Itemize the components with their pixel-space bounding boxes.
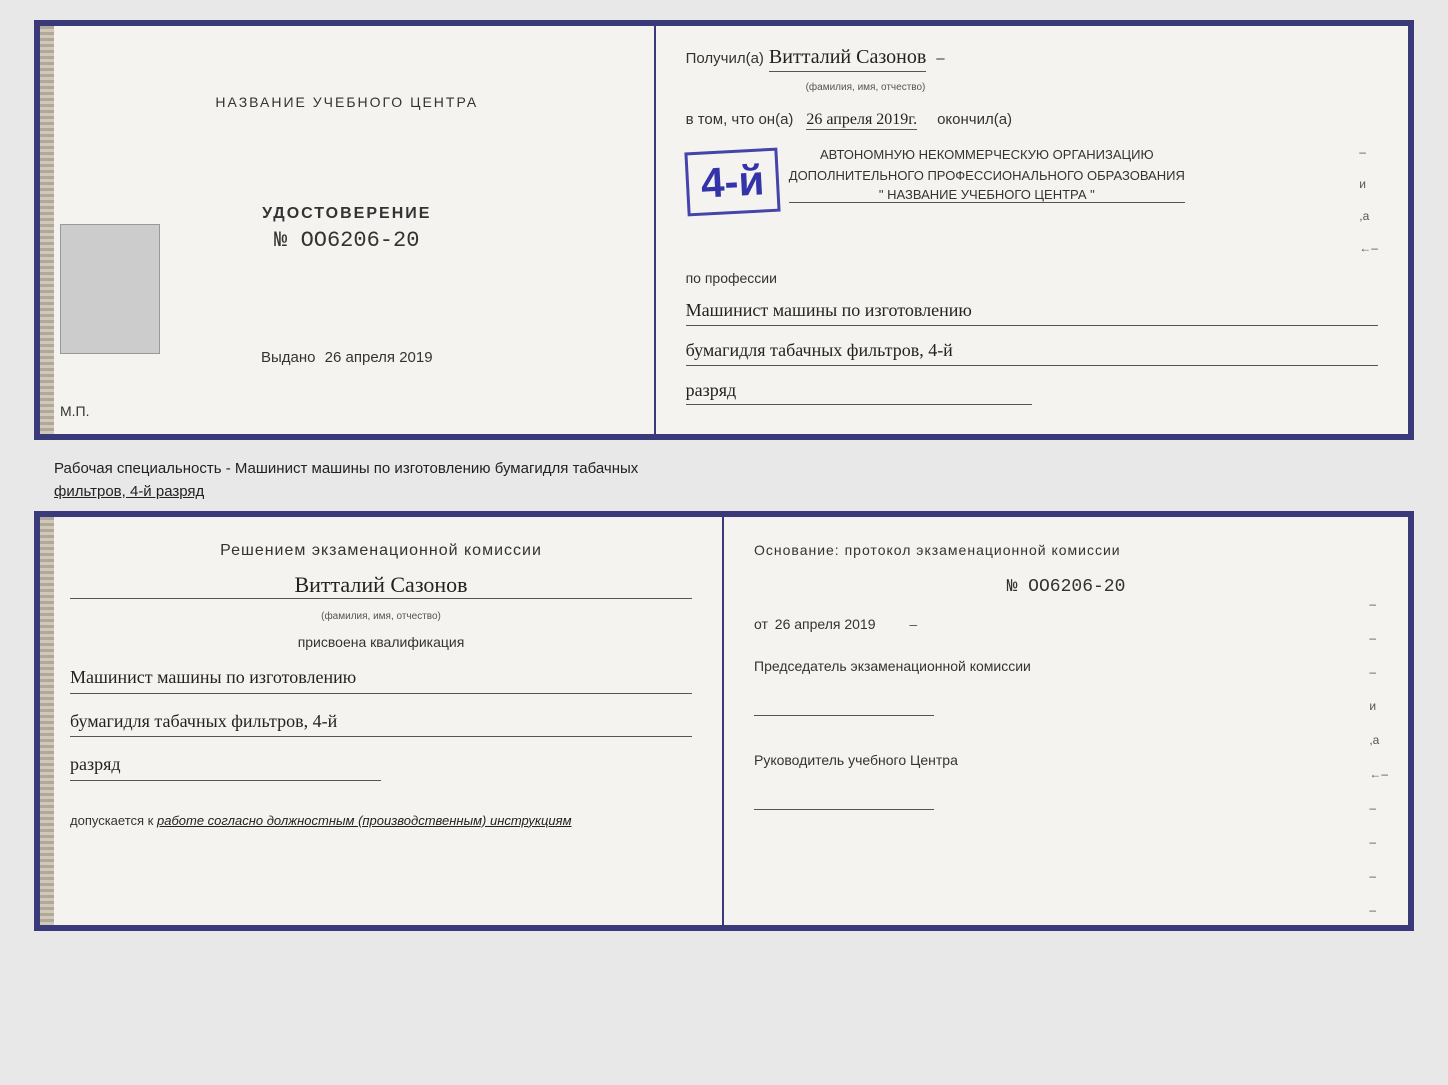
profession-line3: разряд xyxy=(686,376,1032,406)
cert-bottom-left: Решением экзаменационной комиссии Виттал… xyxy=(40,517,724,925)
r-edge-a: ,а xyxy=(1369,733,1388,747)
dopusk-text: работе согласно должностным (производств… xyxy=(157,813,572,828)
dopusk-prefix: допускается к xyxy=(70,813,153,828)
profession-line1: Машинист машины по изготовлению xyxy=(686,296,1378,326)
udost-number: № OO6206-20 xyxy=(262,228,431,253)
vtom-line: в том, что он(а) 26 апреля 2019г. окончи… xyxy=(686,111,1378,130)
rukovoditel-label: Руководитель учебного Центра xyxy=(754,750,1378,771)
dopuskaetsya-block: допускается к работе согласно должностны… xyxy=(70,813,692,828)
stamp-digit: 4-й xyxy=(700,159,765,204)
r-edge-dash2: – xyxy=(1369,631,1388,645)
okonchil: окончил(а) xyxy=(937,111,1012,128)
po-professii: по профессии xyxy=(686,270,1378,286)
kvaif-line1: Машинист машины по изготовлению xyxy=(70,662,692,694)
from-dash: – xyxy=(909,616,917,632)
middle-text-line1: Рабочая специальность - Машинист машины … xyxy=(54,460,638,477)
bottom-fio-note: (фамилия, имя, отчество) xyxy=(70,611,692,622)
middle-text-line2: фильтров, 4-й разряд xyxy=(54,483,204,500)
edge-i: и xyxy=(1359,177,1378,191)
org-text-block: АВТОНОМНУЮ НЕКОММЕРЧЕСКУЮ ОРГАНИЗАЦИЮ ДО… xyxy=(789,145,1185,203)
osnovanie: Основание: протокол экзаменационной коми… xyxy=(754,542,1378,558)
cert-bottom-right: Основание: протокол экзаменационной коми… xyxy=(724,517,1408,925)
rukovoditel-signature-line xyxy=(754,790,934,810)
r-edge-dash4: – xyxy=(1369,801,1388,815)
protocol-number: № OO6206-20 xyxy=(754,577,1378,597)
udost-label: УДОСТОВЕРЕНИЕ xyxy=(262,205,431,223)
right-edge-labels: – – – и ,а ←– – – – – xyxy=(1369,597,1388,917)
stamp-org-block: 4-й АВТОНОМНУЮ НЕКОММЕРЧЕСКУЮ ОРГАНИЗАЦИ… xyxy=(686,145,1378,255)
r-edge-dash5: – xyxy=(1369,835,1388,849)
bottom-certificate: Решением экзаменационной комиссии Виттал… xyxy=(34,511,1414,931)
ot-prefix: от xyxy=(754,616,768,632)
top-certificate: НАЗВАНИЕ УЧЕБНОГО ЦЕНТРА УДОСТОВЕРЕНИЕ №… xyxy=(34,20,1414,440)
dash: – xyxy=(936,50,944,67)
mp-label: М.П. xyxy=(60,403,90,419)
vtom-prefix: в том, что он(а) xyxy=(686,111,794,128)
bottom-name: Витталий Сазонов xyxy=(70,572,692,599)
org-line2: ДОПОЛНИТЕЛЬНОГО ПРОФЕССИОНАЛЬНОГО ОБРАЗО… xyxy=(789,166,1185,187)
middle-text-block: Рабочая специальность - Машинист машины … xyxy=(34,450,1414,511)
poluchil-prefix: Получил(а) xyxy=(686,50,764,67)
poluchil-line: Получил(а) Витталий Сазонов – xyxy=(686,46,1378,72)
cert-top-right: Получил(а) Витталий Сазонов – (фамилия, … xyxy=(656,26,1408,434)
r-edge-i: и xyxy=(1369,699,1388,713)
stamp-block: 4-й xyxy=(684,148,780,217)
org-name: " НАЗВАНИЕ УЧЕБНОГО ЦЕНТРА " xyxy=(789,187,1185,203)
r-edge-dash1: – xyxy=(1369,597,1388,611)
fio-note-top: (фамилия, имя, отчество) xyxy=(806,82,1378,93)
r-edge-dash7: – xyxy=(1369,903,1388,917)
from-date-block: от 26 апреля 2019 – xyxy=(754,616,1378,632)
vydano-prefix: Выдано xyxy=(261,349,316,366)
cert-top-left: НАЗВАНИЕ УЧЕБНОГО ЦЕНТРА УДОСТОВЕРЕНИЕ №… xyxy=(40,26,656,434)
r-edge-dash3: – xyxy=(1369,665,1388,679)
r-edge-arrow: ←– xyxy=(1369,767,1388,781)
recipient-name: Витталий Сазонов xyxy=(769,46,926,72)
r-edge-dash6: – xyxy=(1369,869,1388,883)
prisvoena: присвоена квалификация xyxy=(70,634,692,650)
ot-date: 26 апреля 2019 xyxy=(775,616,876,632)
org-line1: АВТОНОМНУЮ НЕКОММЕРЧЕСКУЮ ОРГАНИЗАЦИЮ xyxy=(789,145,1185,166)
right-side-labels: – и ,а ←– xyxy=(1359,145,1378,255)
vydano-date: 26 апреля 2019 xyxy=(325,349,433,366)
komissia-title: Решением экзаменационной комиссии xyxy=(70,542,692,560)
edge-dash1: – xyxy=(1359,145,1378,159)
kvaif-line3: разряд xyxy=(70,749,381,781)
vtom-date: 26 апреля 2019г. xyxy=(806,111,917,130)
profession-line2: бумагидля табачных фильтров, 4-й xyxy=(686,336,1378,366)
chairman-label: Председатель экзаменационной комиссии xyxy=(754,656,1378,677)
vydano-line: Выдано 26 апреля 2019 xyxy=(261,349,433,366)
udost-block: УДОСТОВЕРЕНИЕ № OO6206-20 xyxy=(262,205,431,253)
edge-a: ,а xyxy=(1359,209,1378,223)
photo-box xyxy=(60,224,160,354)
edge-arrow: ←– xyxy=(1359,241,1378,255)
kvaif-line2: бумагидля табачных фильтров, 4-й xyxy=(70,706,692,738)
school-name-title: НАЗВАНИЕ УЧЕБНОГО ЦЕНТРА xyxy=(215,94,478,110)
chairman-signature-line xyxy=(754,696,934,716)
